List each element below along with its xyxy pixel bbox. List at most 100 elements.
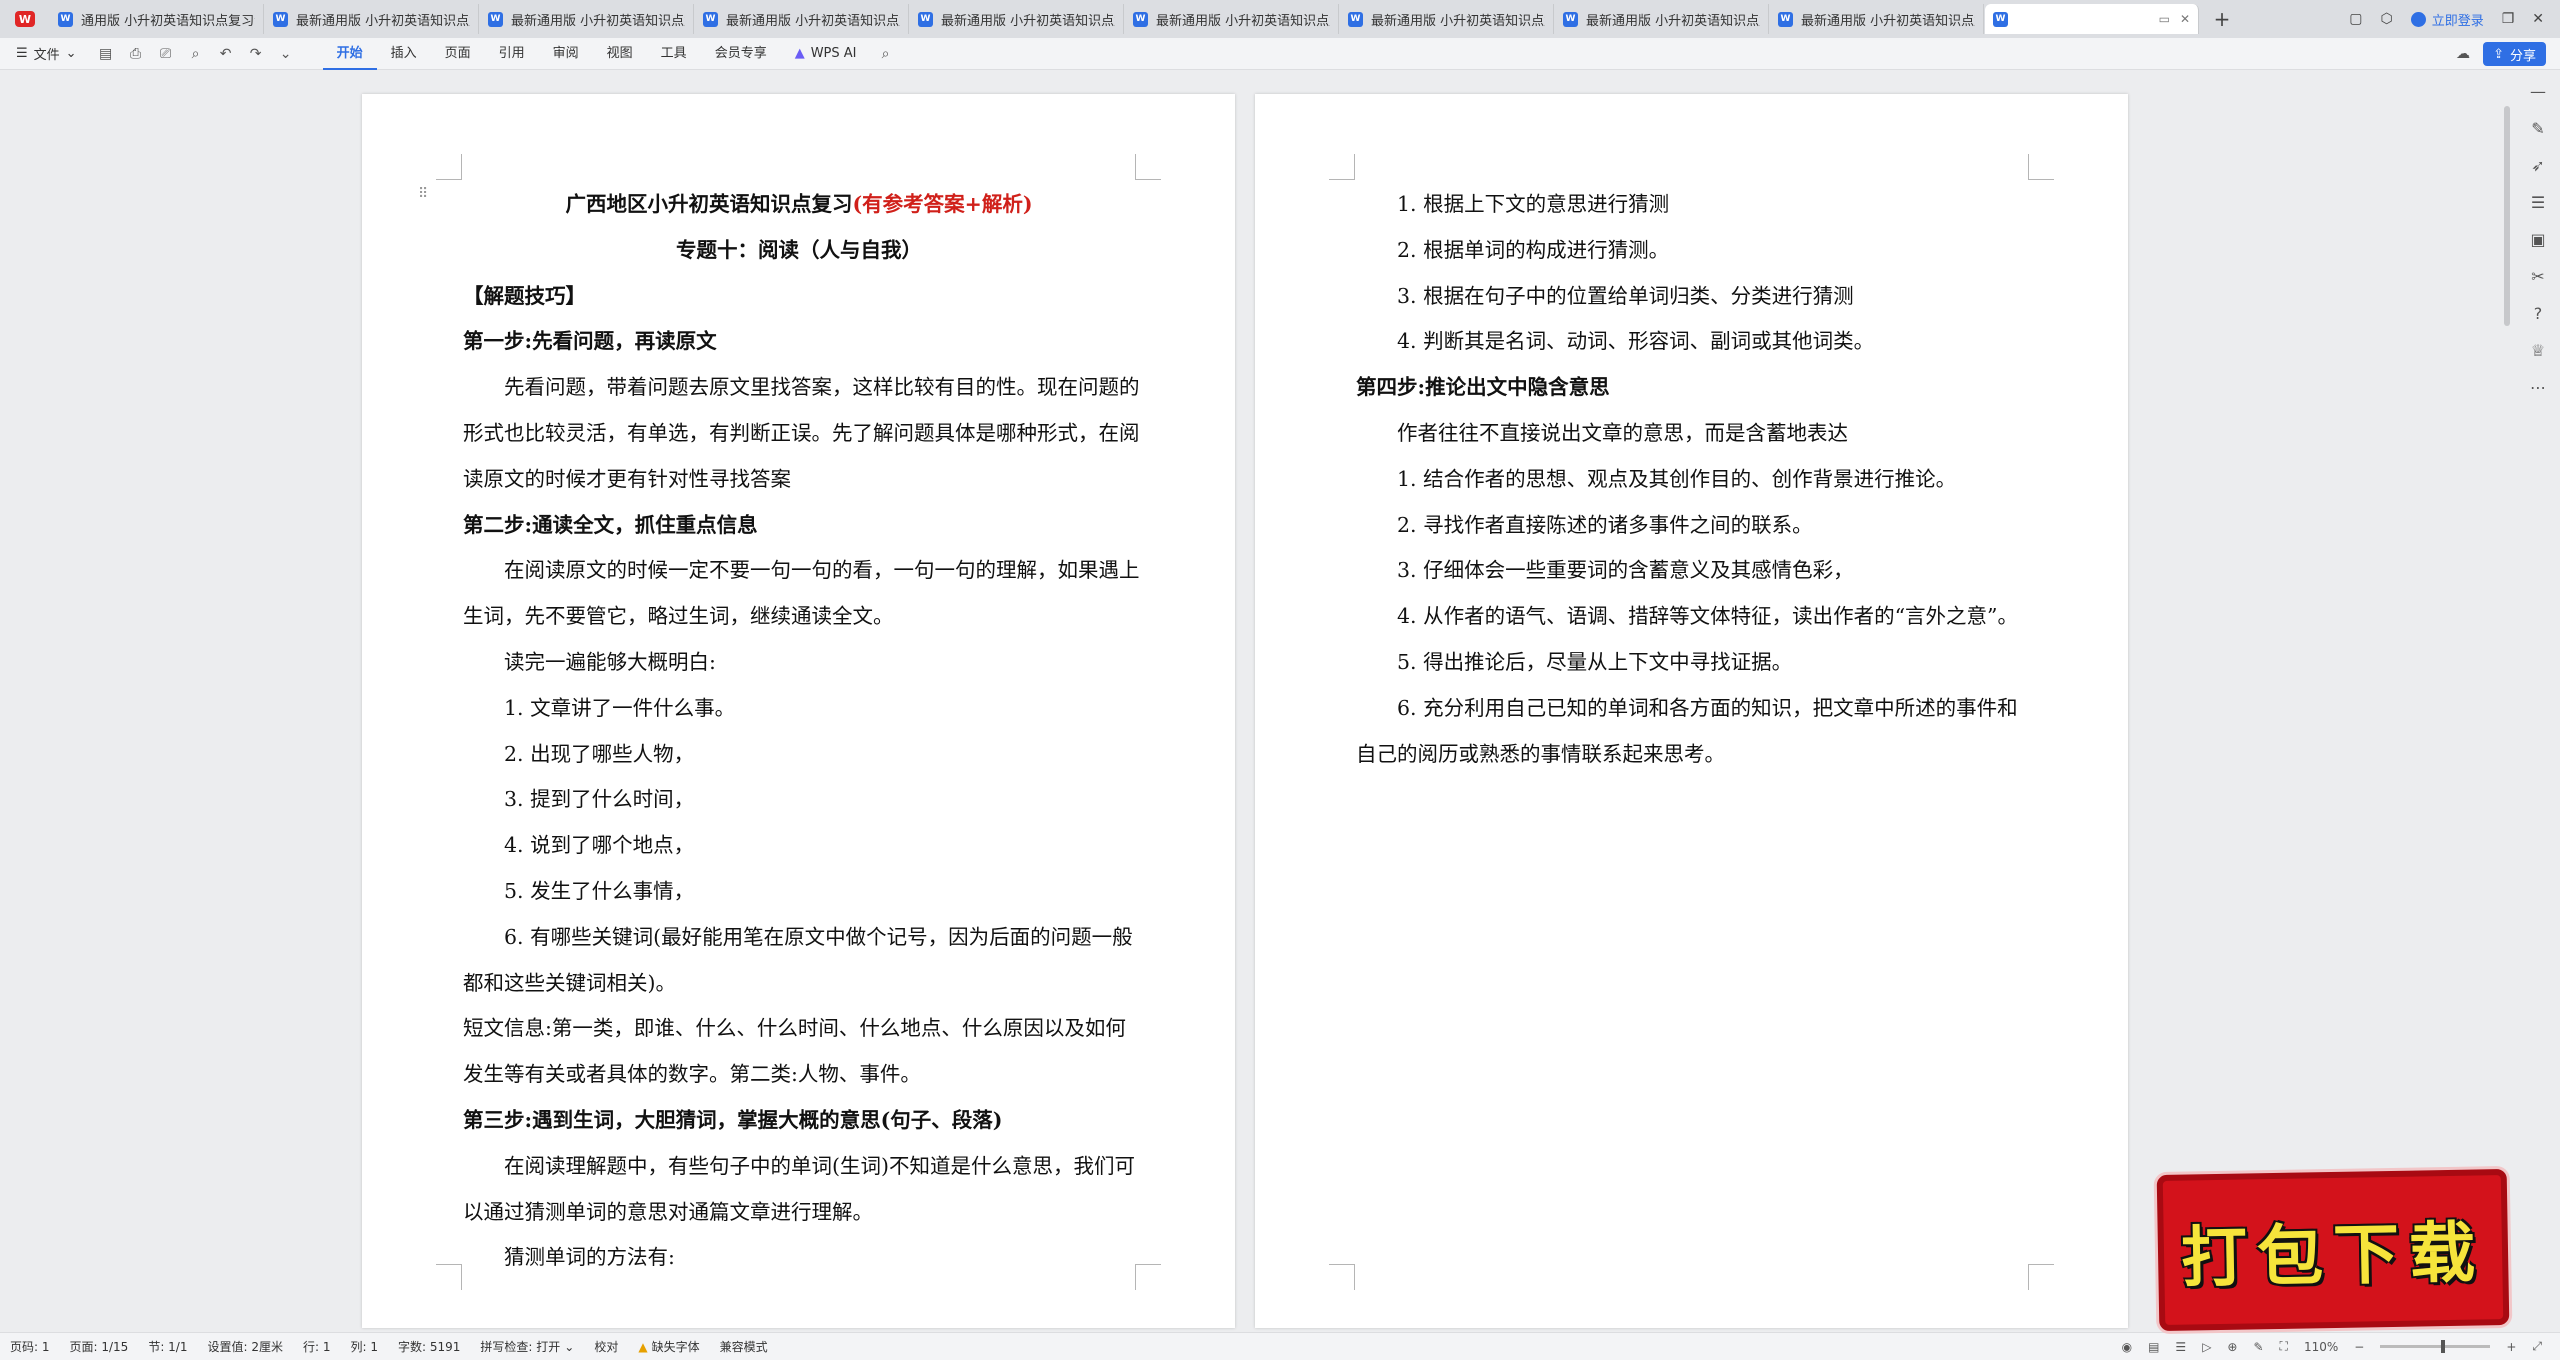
vertical-scrollbar[interactable] [2502,70,2512,1332]
page-content: 1. 根据上下文的意思进行猜测 2. 根据单词的构成进行猜测。 3. 根据在句子… [1356,182,2028,777]
more-icon[interactable]: ⋯ [2530,378,2546,397]
row-status[interactable]: 行: 1 [293,1338,341,1355]
cloud-icon[interactable]: ☁ [2456,46,2470,62]
document-tab[interactable]: W 最新通用版 小升初英语知识点复习 [695,4,909,34]
spell-check-status[interactable]: 拼写检查: 打开 ⌄ [470,1338,584,1355]
search-icon[interactable]: ⌕ [871,46,901,62]
help-icon[interactable]: ? [2534,304,2543,323]
word-count-status[interactable]: 字数: 5191 [388,1338,470,1355]
tools-icon[interactable]: ✂ [2531,267,2544,286]
tab-review[interactable]: 审阅 [539,38,593,70]
active-document-tab[interactable]: W ▭ ✕ [1985,4,2199,34]
list-item: 5. 发生了什么事情， [504,878,695,903]
export-pdf-icon[interactable]: ⎙ [121,46,151,62]
document-tab[interactable]: W 最新通用版 小升初英语知识点复习 [1555,4,1769,34]
setting-value-status[interactable]: 设置值: 2厘米 [197,1338,293,1355]
web-view-icon[interactable]: ⊕ [2227,1340,2237,1354]
fit-page-icon[interactable]: ⛶ [2280,1339,2288,1354]
format-icon[interactable]: ▣ [2530,230,2545,249]
tab-title: 最新通用版 小升初英语知识点复习 [511,13,685,29]
document-tab[interactable]: W 最新通用版 小升初英语知识点复习 [910,4,1124,34]
share-button[interactable]: ⇪ 分享 [2483,42,2546,66]
document-tab[interactable]: W 最新通用版 小升初英语知识点复习 [1770,4,1984,34]
file-menu-button[interactable]: ☰ 文件 ⌄ [0,44,91,63]
collapse-icon[interactable]: — [2530,82,2546,101]
writer-doc-icon: W [1778,11,1793,27]
play-icon[interactable]: ▷ [2202,1340,2211,1354]
tab-title: 最新通用版 小升初英语知识点复习 [1156,13,1330,29]
section-status[interactable]: 节: 1/1 [138,1338,197,1355]
select-cursor-icon[interactable]: ➶ [2531,156,2544,175]
paragraph-line: 以通过猜测单词的意思对通篇文章进行理解。 [463,1199,873,1224]
tab-member[interactable]: 会员专享 [701,38,781,70]
document-tab[interactable]: W 最新通用版 小升初英语知识点复习 [265,4,479,34]
list-item: 3. 提到了什么时间， [504,787,695,812]
page-corner-mark [1329,1264,1355,1290]
paragraph-drag-handle-icon[interactable]: ⠿ [418,186,428,202]
zoom-slider-thumb[interactable] [2440,1340,2445,1353]
document-page-2[interactable]: 1. 根据上下文的意思进行猜测 2. 根据单词的构成进行猜测。 3. 根据在句子… [1255,94,2128,1328]
undo-icon[interactable]: ↶ [211,46,241,62]
paragraph-line: 猜测单词的方法有: [504,1245,675,1270]
zoom-value[interactable]: 110% [2304,1340,2338,1354]
skin-icon[interactable]: ⬡ [2380,11,2392,27]
adjust-icon[interactable]: ☰ [2531,193,2545,212]
eye-protection-icon[interactable]: ◉ [2122,1340,2132,1354]
fullscreen-icon[interactable]: ⤢ [2532,1339,2542,1354]
paragraph-line: 先看问题，带着问题去原文里找答案，这样比较有目的性。现在问题的 [504,375,1140,400]
writer-doc-icon: W [1563,11,1578,27]
tab-home[interactable]: 开始 [322,38,377,70]
login-button[interactable]: 立即登录 [2410,10,2484,29]
page-view-icon[interactable]: ▤ [2148,1340,2159,1354]
page-count-status[interactable]: 页面: 1/15 [60,1338,139,1355]
tab-view[interactable]: 视图 [593,38,647,70]
monitor-icon[interactable]: ▭ [2159,12,2170,26]
outline-view-icon[interactable]: ☰ [2175,1340,2186,1354]
pen-icon[interactable]: ✎ [2531,119,2544,138]
paragraph-line: 都和这些关键词相关)。 [463,970,676,995]
missing-font-button[interactable]: ▲ 缺失字体 [628,1338,709,1355]
warning-icon: ▲ [638,1339,648,1354]
proofread-button[interactable]: 校对 [584,1338,628,1355]
step-heading: 第三步:遇到生词，大胆猜词，掌握大概的意思(句子、段落) [463,1107,1003,1132]
new-tab-button[interactable]: + [2200,4,2244,34]
shirt-icon[interactable]: ♕ [2531,341,2545,360]
tab-references[interactable]: 引用 [485,38,539,70]
save-icon[interactable]: ▤ [91,46,121,62]
right-toolbar: — ✎ ➶ ☰ ▣ ✂ ? ♕ ⋯ [2516,70,2560,1332]
document-tab[interactable]: W 最新通用版 小升初英语知识点复习 [1125,4,1339,34]
chevron-down-icon: ⌄ [65,46,77,61]
close-tab-icon[interactable]: ✕ [2180,12,2190,26]
tab-insert[interactable]: 插入 [377,38,431,70]
print-icon[interactable]: ⎚ [151,46,181,62]
redo-icon[interactable]: ↷ [241,46,271,62]
document-tab[interactable]: W 通用版 小升初英语知识点复习专题 [50,4,264,34]
column-status[interactable]: 列: 1 [340,1338,388,1355]
document-page-1[interactable]: ⠿ 广西地区小升初英语知识点复习(有参考答案+解析) 专题十：阅读（人与自我） … [362,94,1235,1328]
zoom-out-icon[interactable]: − [2354,1340,2364,1354]
tab-page[interactable]: 页面 [431,38,485,70]
page-number-status[interactable]: 页码: 1 [0,1338,60,1355]
page-content: 广西地区小升初英语知识点复习(有参考答案+解析) 专题十：阅读（人与自我） 【解… [463,182,1140,1281]
compat-mode-status: 兼容模式 [719,1340,768,1354]
zoom-in-icon[interactable]: + [2506,1340,2516,1354]
edit-view-icon[interactable]: ✎ [2253,1340,2263,1354]
close-window-icon[interactable]: ✕ [2532,11,2544,27]
zoom-slider[interactable] [2380,1340,2491,1353]
scrollbar-thumb[interactable] [2504,106,2510,326]
document-tab[interactable]: W 最新通用版 小升初英语知识点复习 [1340,4,1554,34]
paragraph-line: 生词，先不要管它，略过生词，继续通读全文。 [463,604,894,629]
restore-window-icon[interactable]: ❐ [2502,11,2515,27]
step-heading: 第四步:推论出文中隐含意思 [1356,375,1610,400]
print-preview-icon[interactable]: ⌕ [181,46,211,62]
wps-logo-icon[interactable]: W [0,0,50,38]
more-chevron-icon[interactable]: ⌄ [271,46,301,62]
ribbon: ☰ 文件 ⌄ ▤ ⎙ ⎚ ⌕ ↶ ↷ ⌄ 开始 插入 页面 引用 审阅 视图 工具 … [0,38,2560,70]
tab-tools[interactable]: 工具 [647,38,701,70]
document-tab[interactable]: W 最新通用版 小升初英语知识点复习 [480,4,694,34]
window-layout-icon[interactable]: ▢ [2349,11,2362,27]
wps-ai-button[interactable]: ▲ WPS AI [781,46,871,61]
tab-title: 最新通用版 小升初英语知识点复习 [1801,13,1975,29]
download-badge[interactable]: 打包下载 [2156,1168,2510,1332]
tab-title: 最新通用版 小升初英语知识点复习 [726,13,900,29]
